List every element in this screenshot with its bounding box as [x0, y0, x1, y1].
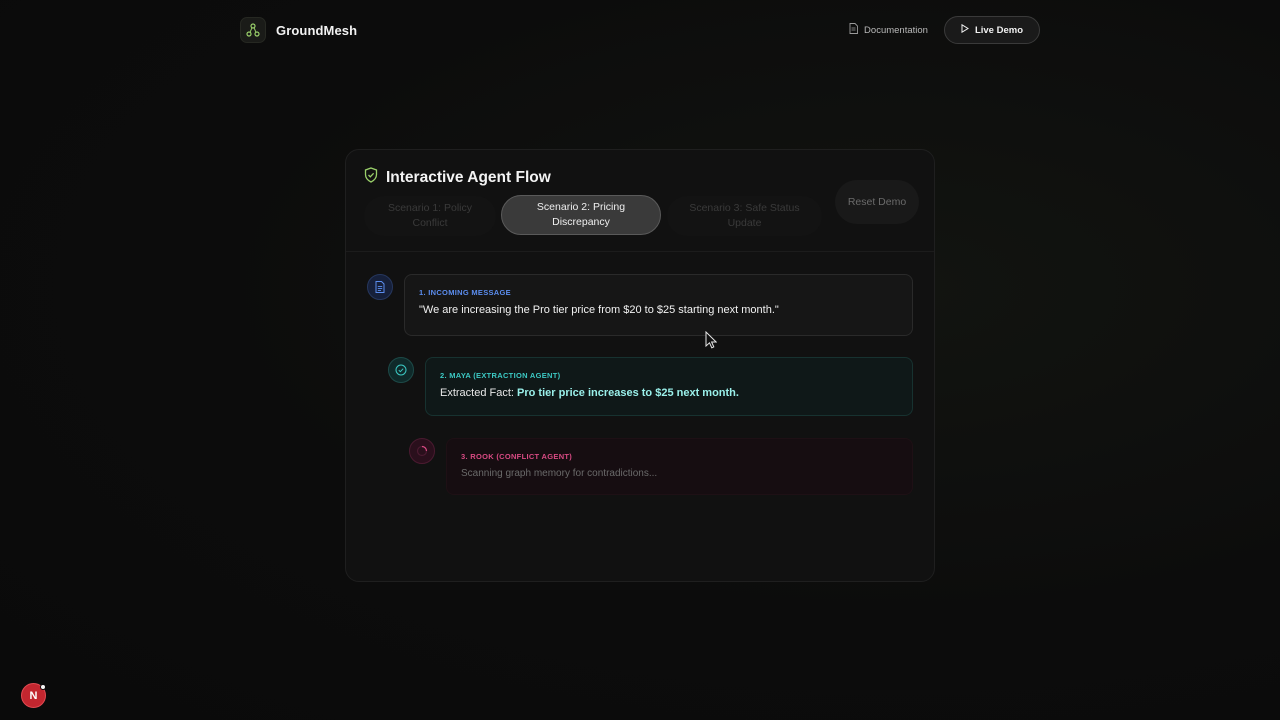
incoming-message-step: 1. INCOMING MESSAGE "We are increasing t… — [404, 274, 913, 336]
extracted-fact-text: Extracted Fact: Pro tier price increases… — [440, 387, 898, 399]
extracted-fact-prefix: Extracted Fact: — [440, 387, 518, 399]
step-label: 2. MAYA (EXTRACTION AGENT) — [440, 371, 561, 380]
conflict-agent-step: 3. ROOK (CONFLICT AGENT) Scanning graph … — [446, 438, 913, 495]
step-label: 3. ROOK (CONFLICT AGENT) — [461, 452, 573, 461]
graph-nodes-icon — [240, 17, 266, 43]
document-icon — [849, 23, 858, 37]
extraction-agent-step: 2. MAYA (EXTRACTION AGENT) Extracted Fac… — [425, 357, 913, 416]
documentation-label: Documentation — [864, 24, 928, 36]
reset-demo-button[interactable]: Reset Demo — [835, 180, 919, 224]
notification-dot — [40, 684, 46, 690]
top-nav: GroundMesh Documentation Live Demo — [240, 16, 1040, 44]
card-header: Interactive Agent Flow Scenario 1: Polic… — [346, 150, 934, 252]
tab-scenario-3[interactable]: Scenario 3: Safe Status Update — [667, 196, 822, 236]
check-circle-icon — [388, 357, 414, 383]
card-title-row: Interactive Agent Flow — [364, 167, 551, 188]
live-demo-label: Live Demo — [974, 24, 1023, 36]
step-label: 1. INCOMING MESSAGE — [419, 288, 511, 297]
documentation-link[interactable]: Documentation — [849, 23, 928, 37]
brand-name: GroundMesh — [276, 22, 358, 38]
tab-scenario-2[interactable]: Scenario 2: Pricing Discrepancy — [501, 195, 661, 235]
extracted-fact-value: Pro tier price increases to $25 next mon… — [517, 387, 739, 399]
card-title: Interactive Agent Flow — [386, 168, 551, 186]
incoming-message-text: "We are increasing the Pro tier price fr… — [419, 304, 779, 316]
play-icon — [961, 23, 969, 36]
mouse-cursor-icon — [705, 330, 718, 354]
conflict-scan-status: Scanning graph memory for contradictions… — [461, 468, 658, 479]
tab-scenario-1[interactable]: Scenario 1: Policy Conflict — [364, 196, 496, 236]
nav-actions: Documentation Live Demo — [849, 16, 1040, 44]
document-icon — [367, 274, 393, 300]
brand[interactable]: GroundMesh — [240, 17, 357, 43]
spinner-icon — [409, 438, 435, 464]
live-demo-button[interactable]: Live Demo — [943, 16, 1040, 44]
shield-check-icon — [364, 167, 378, 188]
